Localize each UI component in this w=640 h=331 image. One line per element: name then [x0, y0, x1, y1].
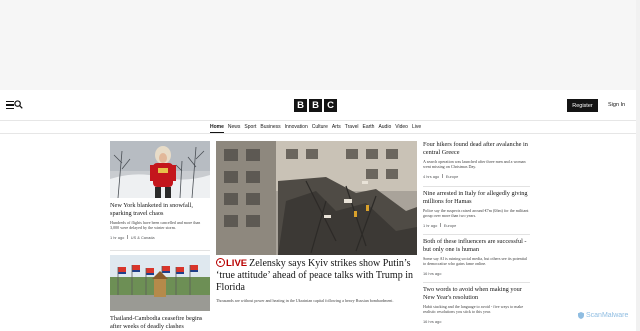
lead-headline[interactable]: LIVE Zelensky says Kyiv strikes show Puti…	[216, 258, 417, 294]
story-headline[interactable]: Thailand-Cambodia ceasefire begins after…	[110, 315, 210, 330]
column-divider	[423, 186, 530, 187]
story-category[interactable]: US & Canada	[131, 235, 155, 240]
watermark-text: ScanMalware	[586, 312, 629, 319]
story-meta: 16 hrs ago	[423, 319, 530, 324]
column-divider	[110, 250, 210, 251]
nav-item-travel[interactable]: Travel	[345, 124, 359, 130]
lead-summary: Thousands are without power and heating …	[216, 298, 394, 303]
register-button[interactable]: Register	[567, 99, 598, 112]
story-italy-hamas: Nine arrested in Italy for allegedly giv…	[423, 190, 530, 228]
nav-item-culture[interactable]: Culture	[312, 124, 328, 130]
story-meta: 4 hrs ago Europe	[423, 174, 530, 179]
logo-letter: B	[294, 99, 307, 112]
story-time: 4 hrs ago	[423, 173, 440, 179]
story-meta: 16 hrs ago	[423, 271, 530, 276]
search-icon	[14, 100, 23, 109]
nav-item-audio[interactable]: Audio	[378, 124, 391, 130]
main-navigation: Home News Sport Business Innovation Cult…	[0, 120, 640, 134]
lead-story-image[interactable]	[216, 141, 417, 255]
meta-separator	[440, 223, 441, 228]
story-influencers: Both of these influencers are successful…	[423, 238, 530, 276]
nav-item-sport[interactable]: Sport	[244, 124, 256, 130]
snowfall-story-image[interactable]	[110, 141, 210, 198]
lead-story: LIVE Zelensky says Kyiv strikes show Puti…	[216, 258, 417, 303]
logo-letter: C	[324, 99, 337, 112]
story-time: 1 hr ago	[423, 222, 438, 228]
sign-in-link[interactable]: Sign In	[608, 102, 625, 108]
story-headline[interactable]: Nine arrested in Italy for allegedly giv…	[423, 190, 530, 205]
story-greece-avalanche: Four hikers found dead after avalanche i…	[423, 141, 530, 179]
meta-separator	[127, 235, 128, 240]
scrollbar[interactable]	[636, 0, 640, 331]
story-new-year-resolution: Two words to avoid when making your New …	[423, 286, 530, 324]
nav-item-live[interactable]: Live	[412, 124, 421, 130]
story-summary: Hundreds of flights have been cancelled …	[110, 220, 201, 231]
story-meta: 1 hr ago Europe	[423, 223, 530, 228]
story-time: 16 hrs ago	[423, 318, 442, 324]
nav-item-home[interactable]: Home	[210, 124, 224, 133]
nav-item-business[interactable]: Business	[260, 124, 280, 130]
nav-item-innovation[interactable]: Innovation	[285, 124, 308, 130]
live-label: LIVE	[226, 258, 248, 269]
menu-search-button[interactable]	[6, 100, 23, 111]
thailand-story-image[interactable]	[110, 255, 210, 311]
nav-item-earth[interactable]: Earth	[362, 124, 374, 130]
story-thailand: Thailand-Cambodia ceasefire begins after…	[110, 315, 210, 330]
live-icon	[216, 258, 225, 267]
hamburger-icon	[6, 101, 14, 110]
advertisement-space	[0, 0, 640, 90]
story-meta: 1 hr ago US & Canada	[110, 235, 210, 240]
column-divider	[423, 282, 530, 283]
story-summary: Habit stacking and the language to avoid…	[423, 304, 524, 315]
story-summary: Police say the suspects raised around €7…	[423, 208, 529, 219]
meta-separator	[442, 174, 443, 179]
column-divider	[423, 234, 530, 235]
story-headline[interactable]: Four hikers found dead after avalanche i…	[423, 141, 530, 156]
logo-letter: B	[309, 99, 322, 112]
story-headline[interactable]: New York blanketed in snowfall, sparking…	[110, 202, 210, 217]
nav-item-arts[interactable]: Arts	[332, 124, 341, 130]
story-time: 16 hrs ago	[423, 270, 442, 276]
story-summary: Some say AI is ruining social media, but…	[423, 256, 527, 267]
story-snowfall: New York blanketed in snowfall, sparking…	[110, 202, 210, 240]
story-headline[interactable]: Both of these influencers are successful…	[423, 238, 530, 253]
story-summary: A search operation was launched after th…	[423, 159, 526, 170]
story-category[interactable]: Europe	[446, 174, 459, 179]
story-time: 1 hr ago	[110, 234, 125, 240]
story-headline[interactable]: Two words to avoid when making your New …	[423, 286, 530, 301]
bbc-logo[interactable]: B B C	[294, 99, 337, 112]
story-category[interactable]: Europe	[444, 223, 457, 228]
shield-icon	[578, 312, 584, 319]
scanmalware-watermark: ScanMalware	[578, 312, 628, 319]
nav-item-video[interactable]: Video	[395, 124, 408, 130]
nav-item-news[interactable]: News	[228, 124, 241, 130]
